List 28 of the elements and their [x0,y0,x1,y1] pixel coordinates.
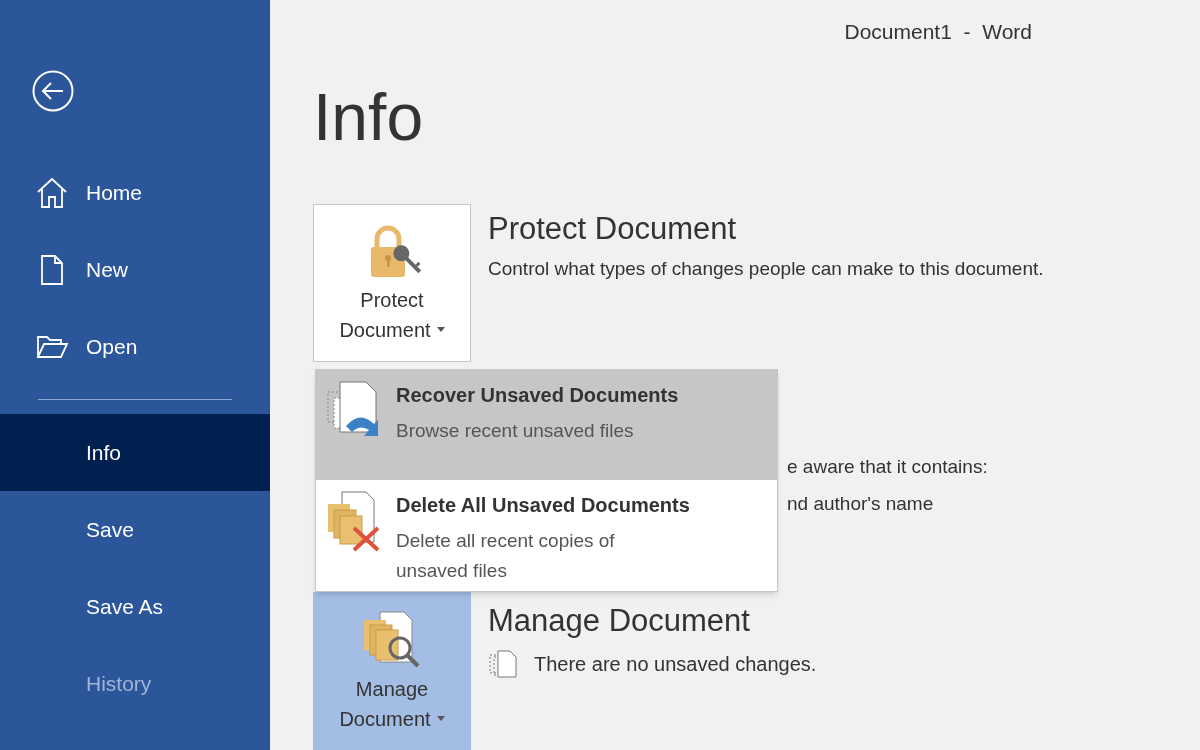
sidebar-item[interactable]: Home [0,154,270,231]
menu-item-title: Recover Unsaved Documents [396,383,679,409]
protect-document-button[interactable]: Protect Document [313,203,471,362]
section-description: nd author's name [787,491,934,516]
sidebar-item[interactable]: Info [0,414,270,491]
section-description: e aware that it contains: [787,455,988,480]
menu-item[interactable]: Delete All Unsaved Documents Delete all recent copies of unsaved files [316,480,777,591]
section-heading: Protect Document [488,209,737,247]
caret-icon [436,326,445,332]
page-title: Info [313,83,424,150]
status-text: There are no unsaved changes. [534,652,817,678]
window-title: Document1 - Word [844,19,1032,46]
back-icon[interactable] [32,70,74,112]
sidebar-item[interactable]: Save [0,491,270,568]
caret-icon [436,716,445,722]
menu-item-title: Delete All Unsaved Documents [396,493,690,519]
menu-item-description: Browse recent unsaved files [396,419,635,444]
sidebar-item[interactable]: Save As [0,568,270,645]
sidebar-item[interactable]: Open [0,308,270,385]
menu-item-description: Delete all recent copies of unsaved files [396,529,616,584]
documents-icon [488,649,520,680]
section-heading: Manage Document [488,602,750,640]
sidebar-item[interactable]: New [0,231,270,308]
section-description: Control what types of changes people can make to this document. [488,256,1044,281]
home-icon [35,175,69,210]
documents-search-icon [362,610,422,670]
menu-item[interactable]: Recover Unsaved Documents Browse recent unsaved files [316,370,777,481]
manage-document-button[interactable]: Manage Document [313,592,471,750]
